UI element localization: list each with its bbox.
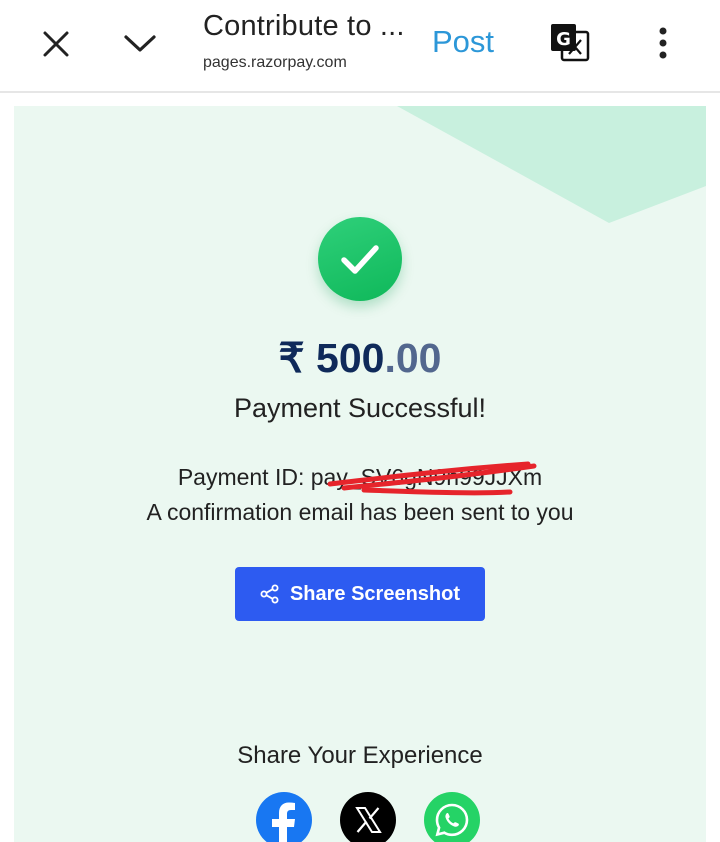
payment-success-page: ₹ 500.00 Payment Successful! Payment ID:…: [14, 106, 706, 842]
post-button[interactable]: Post: [432, 24, 494, 60]
facebook-icon: [272, 802, 295, 842]
share-screenshot-button[interactable]: Share Screenshot: [235, 567, 485, 621]
svg-text:G: G: [556, 29, 571, 50]
payment-amount: ₹ 500.00: [14, 334, 706, 382]
whatsapp-icon: [435, 803, 469, 837]
page-url: pages.razorpay.com: [203, 54, 347, 71]
amount-decimal: .00: [384, 335, 442, 381]
amount-whole: 500: [316, 335, 385, 381]
close-button[interactable]: [34, 22, 78, 66]
facebook-share-button[interactable]: [256, 792, 312, 842]
page-title: Contribute to ...: [203, 10, 405, 42]
x-share-button[interactable]: [340, 792, 396, 842]
payment-status: Payment Successful!: [233, 393, 487, 423]
more-vert-icon: [659, 27, 667, 59]
browser-toolbar: Contribute to ... pages.razorpay.com Pos…: [0, 0, 720, 93]
success-check-icon: [318, 217, 402, 301]
confirmation-message: A confirmation email has been sent to yo…: [146, 499, 574, 525]
currency-symbol: ₹: [278, 335, 305, 381]
share-experience-heading: Share Your Experience: [237, 742, 483, 769]
x-icon: [355, 807, 382, 833]
redaction-scribble: [327, 461, 537, 496]
chevron-down-icon: [124, 35, 156, 52]
share-button-label: Share Screenshot: [289, 582, 461, 605]
translate-button[interactable]: G: [549, 22, 591, 64]
close-icon: [43, 31, 69, 57]
collapse-button[interactable]: [118, 22, 162, 66]
whatsapp-share-button[interactable]: [424, 792, 480, 842]
translate-icon: G: [551, 24, 590, 62]
more-options-button[interactable]: [644, 22, 682, 64]
share-icon: [260, 584, 279, 604]
